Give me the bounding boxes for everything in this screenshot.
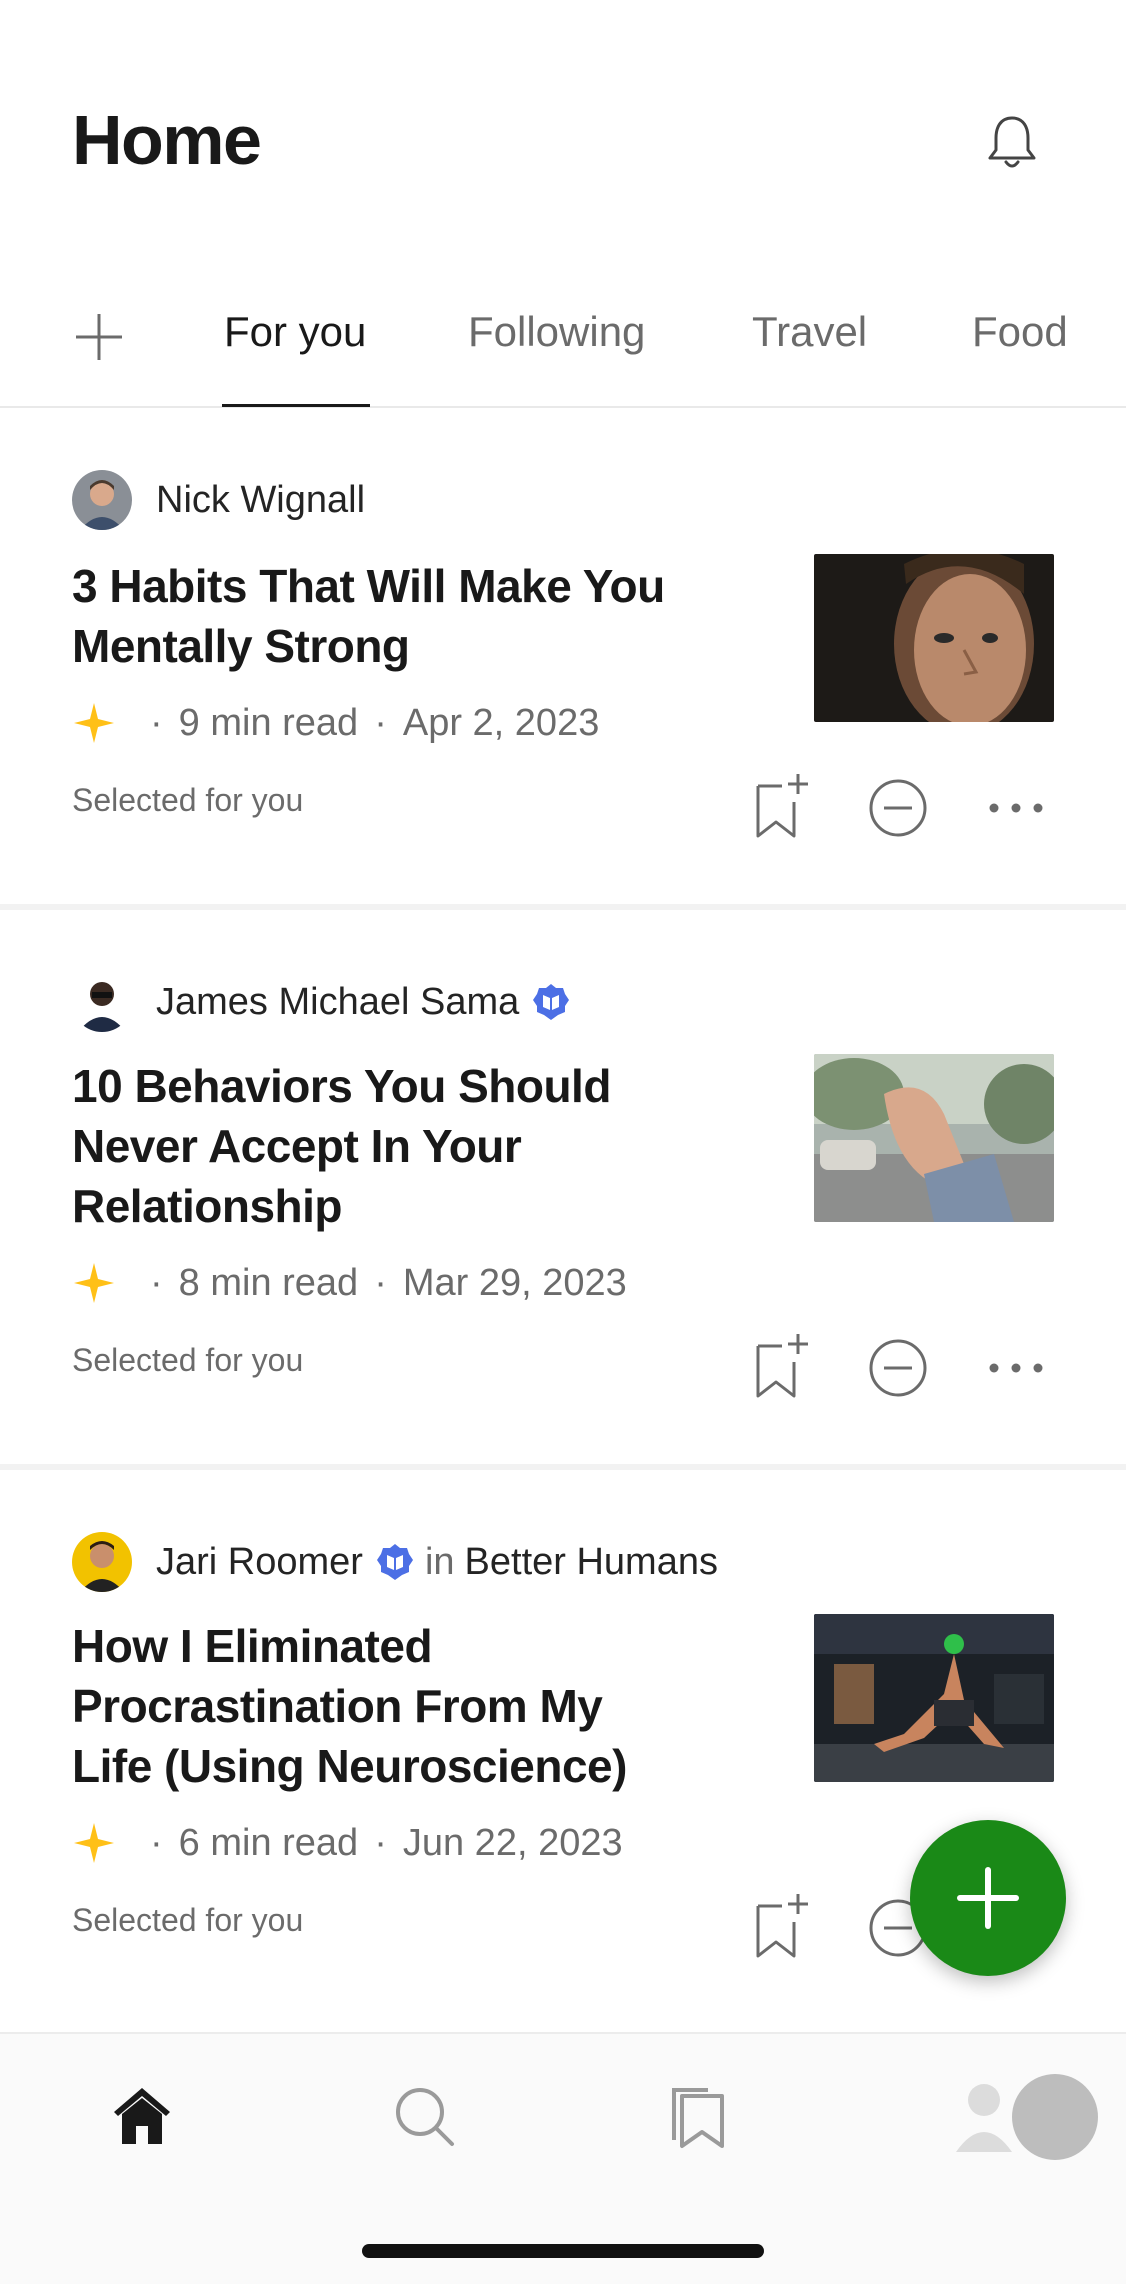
- topic-tabs: For you Following Travel Food: [0, 290, 1126, 408]
- author-row: Nick Wignall: [72, 470, 365, 530]
- avatar[interactable]: [1012, 2074, 1098, 2160]
- minus-circle-icon[interactable]: [866, 1336, 930, 1400]
- title-line: Procrastination From My: [72, 1680, 603, 1732]
- selected-label: Selected for you: [72, 1342, 304, 1378]
- plus-icon: [957, 1867, 1019, 1929]
- member-star-icon: [74, 1823, 114, 1863]
- avatar[interactable]: [72, 972, 132, 1032]
- member-star-icon: [74, 1263, 114, 1303]
- verified-badge-icon: [376, 1544, 413, 1580]
- tab-for-you[interactable]: For you: [224, 308, 366, 356]
- more-dots-icon[interactable]: [986, 798, 1046, 818]
- minus-circle-icon[interactable]: [866, 776, 930, 840]
- title-line: Life (Using Neuroscience): [72, 1740, 627, 1792]
- tab-following[interactable]: Following: [468, 308, 645, 356]
- title-line: How I Eliminated: [72, 1620, 433, 1672]
- publication-name[interactable]: Better Humans: [465, 1541, 718, 1584]
- article-thumbnail[interactable]: [814, 554, 1054, 722]
- library-icon[interactable]: [664, 2082, 732, 2150]
- selected-label: Selected for you: [72, 1902, 304, 1938]
- separator: ·: [374, 701, 387, 744]
- tab-travel[interactable]: Travel: [752, 308, 867, 356]
- publish-date: Mar 29, 2023: [402, 1261, 627, 1304]
- read-time: 9 min read: [178, 701, 359, 744]
- article-thumbnail[interactable]: [814, 1054, 1054, 1222]
- member-star-icon: [74, 703, 114, 743]
- publish-date: Apr 2, 2023: [402, 701, 600, 744]
- avatar[interactable]: [72, 470, 132, 530]
- separator: ·: [150, 1261, 163, 1304]
- title-line: 3 Habits That Will Make You: [72, 560, 665, 612]
- publish-date: Jun 22, 2023: [402, 1821, 623, 1864]
- active-tab-indicator: [222, 404, 370, 407]
- read-time: 6 min read: [178, 1821, 359, 1864]
- article-title[interactable]: 3 Habits That Will Make You Mentally Str…: [72, 556, 732, 676]
- add-topic-plus-icon[interactable]: [72, 310, 126, 364]
- home-indicator: [362, 2244, 764, 2258]
- selected-label: Selected for you: [72, 782, 304, 818]
- author-row: James Michael Sama: [72, 972, 571, 1032]
- separator: ·: [374, 1821, 387, 1864]
- title-line: Never Accept In Your: [72, 1120, 522, 1172]
- meta-row: · 8 min read · Mar 29, 2023: [72, 1258, 627, 1308]
- meta-row: · 9 min read · Apr 2, 2023: [72, 698, 599, 748]
- verified-badge-icon: [533, 984, 570, 1020]
- profile-icon[interactable]: [954, 2076, 1014, 2156]
- article-card[interactable]: Nick Wignall 3 Habits That Will Make You…: [0, 410, 1126, 910]
- article-card[interactable]: James Michael Sama 10 Behaviors You Shou…: [0, 910, 1126, 1470]
- screen: Home For you Following Travel Food Nick …: [0, 0, 1126, 2284]
- meta-row: · 6 min read · Jun 22, 2023: [72, 1818, 623, 1868]
- bookmark-add-icon[interactable]: [752, 772, 812, 840]
- write-story-button[interactable]: [910, 1820, 1066, 1976]
- read-time: 8 min read: [178, 1261, 359, 1304]
- avatar[interactable]: [72, 1532, 132, 1592]
- author-row: Jari Roomer in Better Humans: [72, 1532, 718, 1592]
- title-line: Mentally Strong: [72, 620, 410, 672]
- article-title[interactable]: 10 Behaviors You Should Never Accept In …: [72, 1056, 732, 1236]
- author-name[interactable]: James Michael Sama: [156, 981, 519, 1024]
- page-title: Home: [72, 101, 262, 179]
- bell-icon[interactable]: [980, 110, 1044, 174]
- article-thumbnail[interactable]: [814, 1614, 1054, 1782]
- author-name[interactable]: Nick Wignall: [156, 479, 365, 522]
- tab-food[interactable]: Food: [972, 308, 1068, 356]
- title-line: Relationship: [72, 1180, 343, 1232]
- header: Home: [0, 0, 1126, 270]
- bookmark-add-icon[interactable]: [752, 1332, 812, 1400]
- separator: ·: [150, 1821, 163, 1864]
- more-dots-icon[interactable]: [986, 1358, 1046, 1378]
- separator: ·: [374, 1261, 387, 1304]
- separator: ·: [150, 701, 163, 744]
- bookmark-add-icon[interactable]: [752, 1892, 812, 1960]
- title-line: 10 Behaviors You Should: [72, 1060, 611, 1112]
- author-name[interactable]: Jari Roomer: [156, 1541, 363, 1584]
- home-icon[interactable]: [108, 2082, 176, 2150]
- in-label: in: [424, 1540, 455, 1583]
- article-title[interactable]: How I Eliminated Procrastination From My…: [72, 1616, 732, 1796]
- search-icon[interactable]: [390, 2082, 458, 2150]
